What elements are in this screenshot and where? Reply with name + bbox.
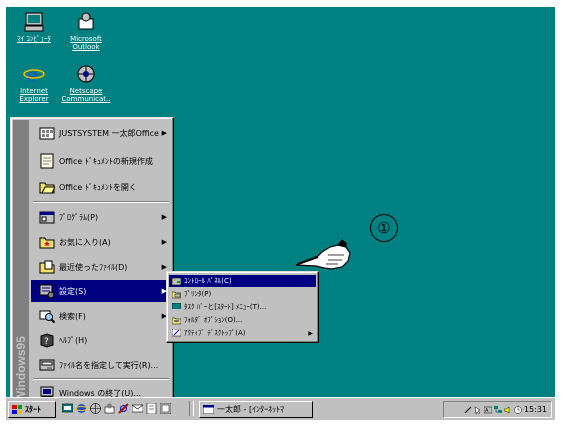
submenu-item-printers[interactable]: ﾌﾟﾘﾝﾀ(P) <box>169 288 316 300</box>
taskbar-icon <box>172 302 181 312</box>
start-button[interactable]: ｽﾀｰﾄ <box>8 401 56 418</box>
help-icon: ? <box>40 333 54 348</box>
open-office-doc-icon <box>39 182 55 194</box>
svg-text:A: A <box>485 408 489 414</box>
submenu-item-active-desktop[interactable]: ｱｸﾃｨﾌﾞ ﾃﾞｽｸﾄｯﾌﾟ(A) ▶ <box>169 327 316 339</box>
submenu-arrow-icon: ▶ <box>161 129 167 137</box>
start-menu-item-documents[interactable]: 最近使ったﾌｧｲﾙ(D) ▶ <box>31 256 171 278</box>
start-menu-item-settings[interactable]: 設定(S) ▶ <box>31 280 171 302</box>
start-button-label: ｽﾀｰﾄ <box>25 405 41 414</box>
programs-icon <box>39 211 55 224</box>
menu-item-label: お気に入り(A) <box>59 237 111 247</box>
new-office-doc-icon <box>40 153 54 169</box>
netscape-icon <box>75 63 97 85</box>
desktop-icon-my-computer[interactable]: ﾏｲ ｺﾝﾋﾟｭｰﾀ <box>8 11 60 43</box>
windows-logo-icon <box>12 405 22 414</box>
start-menu-item-favorites[interactable]: お気に入り(A) ▶ <box>31 231 171 253</box>
system-tray: A 15:31 <box>443 401 552 418</box>
start-menu-item-justsystem[interactable]: JUSTSYSTEM 一太郎Office ▶ <box>31 122 171 144</box>
netscape-quicklaunch-icon[interactable] <box>90 403 101 414</box>
submenu-arrow-icon: ▶ <box>161 263 167 271</box>
start-menu-item-help[interactable]: ? ﾍﾙﾌﾟ(H) <box>31 329 171 351</box>
svg-text:e: e <box>27 65 38 85</box>
find-icon <box>39 310 55 324</box>
window-icon <box>203 405 214 414</box>
start-menu-item-find[interactable]: 検索(F) ▶ <box>31 305 171 327</box>
channels-quicklaunch-icon[interactable] <box>118 403 129 414</box>
submenu-item-label: ﾌﾟﾘﾝﾀ(P) <box>184 290 212 298</box>
desktop-icon-label: ﾏｲ ｺﾝﾋﾟｭｰﾀ <box>17 35 51 43</box>
menu-item-label: JUSTSYSTEM 一太郎Office <box>59 128 159 138</box>
desktop-icon-netscape[interactable]: Netscape Communicat.. <box>60 63 112 103</box>
outlook-quicklaunch-icon[interactable] <box>104 403 115 414</box>
taskbar-divider <box>189 401 194 416</box>
run-icon <box>39 359 55 371</box>
annotation-step-number: ① <box>370 214 398 242</box>
start-menu-item-programs[interactable]: ﾌﾟﾛｸﾞﾗﾑ(P) ▶ <box>31 206 171 228</box>
speaker-icon[interactable] <box>503 406 512 414</box>
start-menu-item-open-office-doc[interactable]: Office ﾄﾞｷｭﾒﾝﾄを開く <box>31 176 171 198</box>
desktop-icon-label: Internet Explorer <box>19 87 49 103</box>
menu-item-label: ﾍﾙﾌﾟ(H) <box>59 335 88 345</box>
my-computer-icon <box>23 11 45 33</box>
svg-text:?: ? <box>44 337 49 347</box>
submenu-item-folder-options[interactable]: ﾌｫﾙﾀﾞ ｵﾌﾟｼｮﾝ(O)... <box>169 314 316 326</box>
document-quicklaunch-icon[interactable] <box>146 403 157 414</box>
banner-text: Windows95 <box>14 336 28 402</box>
settings-submenu: ｺﾝﾄﾛｰﾙ ﾊﾟﾈﾙ(C) ﾌﾟﾘﾝﾀ(P) ﾀｽｸ ﾊﾞｰと[ｽﾀｰﾄ] ﾒ… <box>166 271 319 343</box>
ime-icon[interactable]: A <box>483 406 492 414</box>
start-menu-item-new-office-doc[interactable]: Office ﾄﾞｷｭﾒﾝﾄの新規作成 <box>31 150 171 172</box>
start-menu-banner: Windows95 <box>13 120 29 405</box>
printers-icon <box>172 291 181 298</box>
favorites-icon <box>39 237 55 249</box>
submenu-item-control-panel[interactable]: ｺﾝﾄﾛｰﾙ ﾊﾟﾈﾙ(C) <box>169 275 316 287</box>
menu-item-label: 検索(F) <box>59 311 86 321</box>
task-button-label: 一太郎 - [ｲﾝﾀｰﾈｯﾄﾏ <box>217 405 285 414</box>
submenu-item-label: ﾌｫﾙﾀﾞ ｵﾌﾟｼｮﾝ(O)... <box>184 316 243 324</box>
menu-separator <box>33 378 169 380</box>
show-desktop-icon[interactable] <box>62 403 73 414</box>
submenu-item-label: ﾀｽｸ ﾊﾞｰと[ｽﾀｰﾄ] ﾒﾆｭｰ(T)... <box>184 303 267 311</box>
desktop: ﾏｲ ｺﾝﾋﾟｭｰﾀ Microsoft Outlook e Internet … <box>6 7 555 418</box>
mail-quicklaunch-icon[interactable] <box>132 403 143 414</box>
desktop-icon-label: Microsoft Outlook <box>70 35 102 51</box>
outlook-icon <box>75 11 97 33</box>
submenu-item-label: ｱｸﾃｨﾌﾞ ﾃﾞｽｸﾄｯﾌﾟ(A) <box>184 329 246 337</box>
start-menu-item-run[interactable]: ﾌｧｲﾙ名を指定して実行(R)... <box>31 354 171 376</box>
ie-quicklaunch-icon[interactable] <box>76 403 87 414</box>
desktop-icon-outlook[interactable]: Microsoft Outlook <box>60 11 112 51</box>
submenu-item-label: ｺﾝﾄﾛｰﾙ ﾊﾟﾈﾙ(C) <box>184 277 232 285</box>
clock[interactable]: 15:31 <box>524 405 547 414</box>
menu-item-label: ﾌﾟﾛｸﾞﾗﾑ(P) <box>59 212 99 222</box>
submenu-arrow-icon: ▶ <box>161 213 167 221</box>
start-menu: Windows95 JUSTSYSTEM 一太郎Office ▶ Office … <box>10 117 174 408</box>
menu-item-label: 最近使ったﾌｧｲﾙ(D) <box>59 262 128 272</box>
menu-item-label: ﾌｧｲﾙ名を指定して実行(R)... <box>59 360 159 370</box>
submenu-arrow-icon: ▶ <box>308 329 313 337</box>
cursor-icon[interactable] <box>474 406 482 414</box>
internet-explorer-icon: e <box>23 63 45 86</box>
taskbar: ｽﾀｰﾄ 一太郎 - [ｲﾝﾀｰﾈｯﾄﾏ A 15:31 <box>6 397 555 420</box>
menu-item-label: Office ﾄﾞｷｭﾒﾝﾄの新規作成 <box>59 156 153 166</box>
active-desktop-icon <box>172 328 181 336</box>
desktop-icon-internet-explorer[interactable]: e Internet Explorer <box>8 63 60 103</box>
scheduler-icon[interactable] <box>514 405 522 414</box>
menu-item-label: Office ﾄﾞｷｭﾒﾝﾄを開く <box>59 182 137 192</box>
pen-icon[interactable] <box>464 406 472 414</box>
submenu-arrow-icon: ▶ <box>161 238 167 246</box>
menu-item-label: 設定(S) <box>59 286 87 296</box>
network-icon[interactable] <box>493 405 502 414</box>
documents-icon <box>39 260 55 274</box>
pointing-hand-icon <box>295 239 351 270</box>
menu-separator <box>33 201 169 203</box>
control-panel-icon <box>172 277 181 285</box>
folder-options-icon <box>172 317 181 324</box>
task-button-ichitaro[interactable]: 一太郎 - [ｲﾝﾀｰﾈｯﾄﾏ <box>199 401 313 418</box>
submenu-item-taskbar[interactable]: ﾀｽｸ ﾊﾞｰと[ｽﾀｰﾄ] ﾒﾆｭｰ(T)... <box>169 301 316 313</box>
desktop-icon-label: Netscape Communicat.. <box>61 87 111 103</box>
app-quicklaunch-icon[interactable] <box>160 403 171 414</box>
justsystem-folder-icon <box>39 127 55 140</box>
settings-icon <box>39 284 55 299</box>
